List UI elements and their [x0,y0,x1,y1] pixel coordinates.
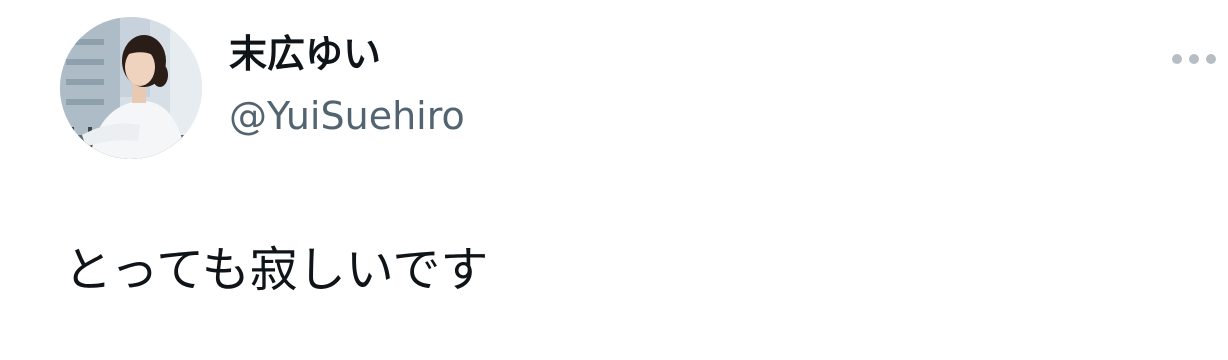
more-options-button[interactable] [1168,42,1220,76]
avatar[interactable] [60,17,202,159]
more-horizontal-icon [1172,54,1182,64]
tweet-card: 末広ゆい @YuiSuehiro とっても寂しいです [0,0,1228,360]
more-horizontal-icon [1189,54,1199,64]
more-horizontal-icon [1206,54,1216,64]
tweet-text: とっても寂しいです [64,242,489,298]
author-handle[interactable]: @YuiSuehiro [229,95,465,138]
author-display-name[interactable]: 末広ゆい [229,33,381,76]
